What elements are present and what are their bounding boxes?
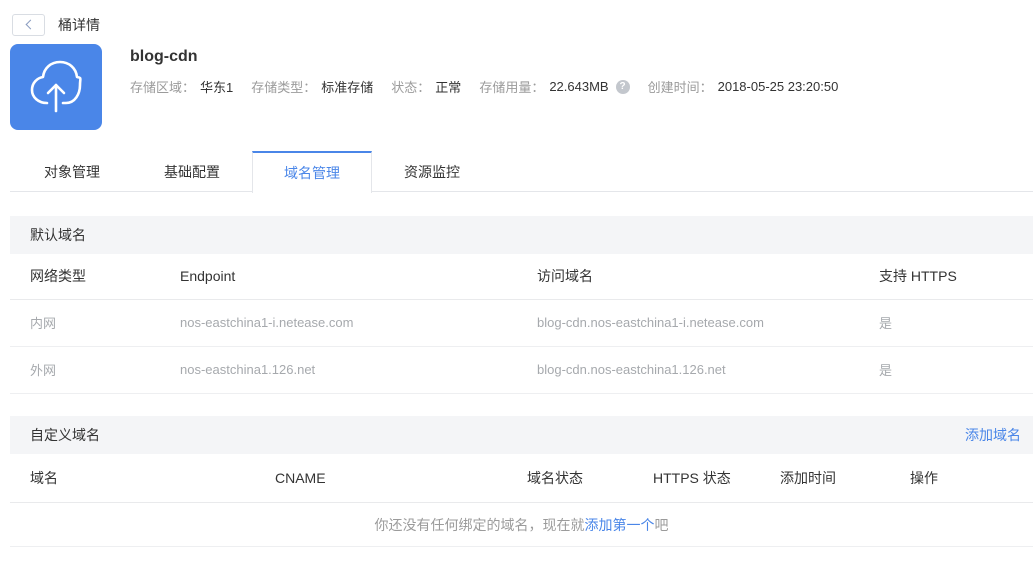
- empty-state-message: 你还没有任何绑定的域名，现在就添加第一个吧: [10, 502, 1033, 547]
- cell-endpoint: nos-eastchina1.126.net: [180, 346, 537, 394]
- info-region: 存储区域： 华东1: [130, 77, 233, 96]
- table-row: 外网 nos-eastchina1.126.net blog-cdn.nos-e…: [10, 346, 1033, 394]
- info-storage-type-value: 标准存储: [321, 80, 374, 95]
- col-domain-status: 域名状态: [527, 453, 653, 503]
- bucket-icon: [10, 44, 102, 130]
- col-https-status: HTTPS 状态: [653, 453, 780, 503]
- info-usage: 存储用量： 22.643MB ?: [479, 77, 630, 96]
- cell-https-support: 是: [879, 299, 1033, 347]
- cell-access-domain: blog-cdn.nos-eastchina1.126.net: [537, 346, 879, 394]
- info-usage-label: 存储用量：: [479, 80, 545, 95]
- default-domain-table: 网络类型 Endpoint 访问域名 支持 HTTPS 内网 nos-eastc…: [10, 254, 1033, 394]
- cell-endpoint: nos-eastchina1-i.netease.com: [180, 299, 537, 347]
- help-icon[interactable]: ?: [615, 79, 630, 94]
- table-row: 内网 nos-eastchina1-i.netease.com blog-cdn…: [10, 299, 1033, 347]
- col-cname: CNAME: [275, 453, 527, 503]
- info-status-value: 正常: [435, 80, 462, 95]
- col-endpoint: Endpoint: [180, 254, 537, 300]
- default-domain-section-header: 默认域名: [10, 216, 1033, 254]
- bucket-name: blog-cdn: [130, 48, 198, 65]
- col-https-support: 支持 HTTPS: [879, 254, 1033, 300]
- col-actions: 操作: [910, 453, 1033, 503]
- info-created-label: 创建时间：: [647, 80, 713, 95]
- tab-basic-config[interactable]: 基础配置: [132, 151, 252, 192]
- col-access-domain: 访问域名: [537, 254, 879, 300]
- custom-domain-section-title: 自定义域名: [30, 426, 100, 443]
- custom-domain-header-row: 域名 CNAME 域名状态 HTTPS 状态 添加时间 操作: [10, 453, 1033, 503]
- page-title: 桶详情: [58, 16, 100, 33]
- info-status-label: 状态：: [391, 80, 431, 95]
- col-add-time: 添加时间: [780, 453, 910, 503]
- cell-access-domain: blog-cdn.nos-eastchina1-i.netease.com: [537, 299, 879, 347]
- add-first-domain-link[interactable]: 添加第一个: [585, 517, 655, 533]
- info-usage-value: 22.643MB: [549, 79, 609, 94]
- bucket-header: blog-cdn 存储区域： 华东1 存储类型： 标准存储 状态： 正常 存储用…: [10, 44, 1033, 130]
- info-created: 创建时间： 2018-05-25 23:20:50: [648, 77, 839, 96]
- info-storage-type: 存储类型： 标准存储: [251, 77, 373, 96]
- cell-https-support: 是: [879, 346, 1033, 394]
- empty-state-text: 你还没有任何绑定的域名，现在就: [374, 516, 585, 533]
- empty-state-row: 你还没有任何绑定的域名，现在就添加第一个吧: [10, 502, 1033, 547]
- custom-domain-section-header: 自定义域名 添加域名: [10, 415, 1033, 454]
- tab-object-management[interactable]: 对象管理: [12, 151, 132, 192]
- tab-bar: 对象管理 基础配置 域名管理 资源监控: [10, 151, 1033, 193]
- empty-state-text-suffix: 吧: [654, 516, 669, 533]
- tab-resource-monitor[interactable]: 资源监控: [372, 151, 492, 192]
- cell-network-type: 外网: [10, 346, 180, 394]
- cloud-upload-icon: [30, 60, 82, 115]
- info-created-value: 2018-05-25 23:20:50: [717, 79, 839, 94]
- bucket-info-row: 存储区域： 华东1 存储类型： 标准存储 状态： 正常 存储用量： 22.643…: [130, 77, 856, 96]
- col-domain: 域名: [10, 453, 275, 503]
- add-domain-link[interactable]: 添加域名: [965, 425, 1021, 445]
- topbar: 桶详情: [0, 0, 1033, 40]
- info-region-value: 华东1: [200, 80, 234, 95]
- custom-domain-table: 域名 CNAME 域名状态 HTTPS 状态 添加时间 操作 你还没有任何绑定的…: [10, 453, 1033, 547]
- default-domain-section-title: 默认域名: [30, 227, 86, 243]
- tab-domain-management[interactable]: 域名管理: [252, 151, 372, 193]
- info-status: 状态： 正常: [391, 77, 461, 96]
- back-button[interactable]: [12, 13, 45, 36]
- default-domain-header-row: 网络类型 Endpoint 访问域名 支持 HTTPS: [10, 254, 1033, 300]
- chevron-left-icon: [25, 19, 35, 30]
- info-storage-type-label: 存储类型：: [251, 80, 317, 95]
- col-network-type: 网络类型: [10, 254, 180, 300]
- info-region-label: 存储区域：: [130, 80, 196, 95]
- cell-network-type: 内网: [10, 299, 180, 347]
